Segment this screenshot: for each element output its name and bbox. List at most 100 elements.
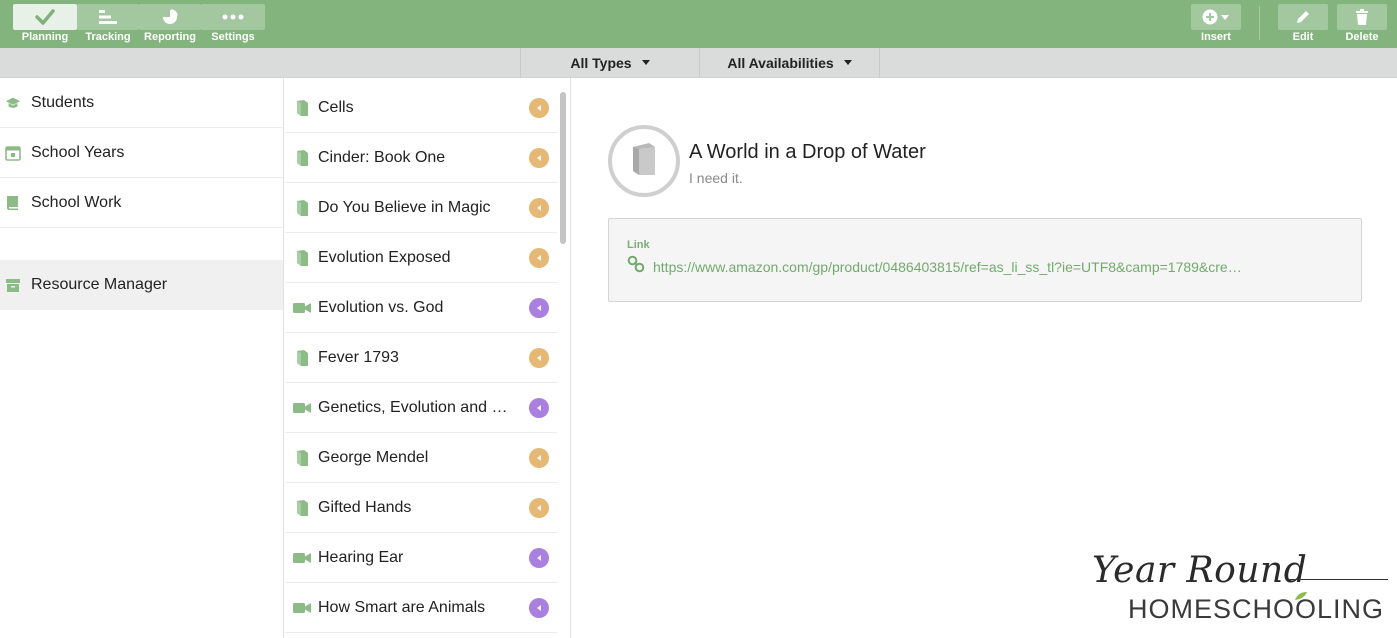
more-dots-icon [201,4,265,30]
insert-button[interactable]: Insert [1191,4,1241,46]
list-item-label: How Smart are Animals [318,598,486,616]
availability-badge[interactable] [529,148,549,168]
video-camera-icon [293,402,311,414]
list-item-label: Cinder: Book One [318,148,446,166]
insert-label: Insert [1201,31,1231,43]
toolbar-divider [1259,6,1260,40]
sidebar-item-school-work[interactable]: School Work [0,178,283,228]
list-item[interactable]: Genetics, Evolution and … [285,383,557,433]
reporting-button[interactable]: Reporting [139,4,201,46]
availability-badge[interactable] [529,498,549,518]
sidebar-item-label: School Work [31,193,122,211]
sidebar-item-school-years[interactable]: School Years [0,128,283,178]
list-item[interactable]: Evolution vs. God [285,283,557,333]
triangle-left-icon [537,305,541,311]
book-icon [293,149,311,166]
watermark-rule [1288,579,1388,580]
availabilities-filter-dropdown[interactable]: All Availabilities [699,48,880,77]
list-item-label: Do You Believe in Magic [318,198,491,216]
list-item[interactable]: Gifted Hands [285,483,557,533]
sidebar-item-resource-manager[interactable]: Resource Manager [0,260,283,310]
availability-badge[interactable] [529,598,549,618]
resource-title: A World in a Drop of Water [689,141,926,163]
check-icon [13,4,77,30]
tracking-label: Tracking [85,31,131,43]
sidebar-item-label: Students [31,93,95,111]
list-item[interactable]: George Mendel [285,433,557,483]
availability-badge[interactable] [529,348,549,368]
sidebar-item-label: School Years [31,143,125,161]
leaf-icon [1295,592,1307,600]
top-toolbar: Planning Tracking Reporting Settings Ins… [0,0,1397,48]
triangle-left-icon [537,255,541,261]
list-item-label: Gifted Hands [318,498,412,516]
filter-bar: All Types All Availabilities [0,48,1397,78]
video-camera-icon [293,552,311,564]
link-label: Link [627,239,650,251]
box-icon [5,277,21,293]
availability-badge[interactable] [529,198,549,218]
resource-list[interactable]: Cells Cinder: Book One Do You Believe in M… [285,78,571,638]
bars-icon [77,4,139,30]
video-camera-icon [293,302,311,314]
graduation-cap-icon [5,95,21,111]
types-filter-label: All Types [570,54,632,71]
scrollbar[interactable] [560,92,566,244]
caret-down-icon [843,60,852,65]
list-item-label: Fever 1793 [318,348,399,366]
book-icon [293,249,311,266]
book-icon [293,99,311,116]
edit-label: Edit [1292,31,1314,43]
triangle-left-icon [537,605,541,611]
caret-down-icon [641,60,650,65]
availability-badge[interactable] [529,448,549,468]
list-item[interactable]: Fever 1793 [285,333,557,383]
tracking-button[interactable]: Tracking [77,4,139,46]
link-chain-icon [627,255,645,278]
triangle-left-icon [537,155,541,161]
watermark-homeschooling: HOMESCHOOLING [1128,594,1385,624]
availability-badge[interactable] [529,298,549,318]
availability-badge[interactable] [529,98,549,118]
planning-label: Planning [21,31,69,43]
triangle-left-icon [537,405,541,411]
sidebar-nav: Students School Years School Work Resour… [0,78,284,638]
watermark-year-round: Year Round [1092,550,1308,591]
plus-circle-icon [1191,4,1241,30]
availability-badge[interactable] [529,248,549,268]
list-item[interactable]: Do You Believe in Magic [285,183,557,233]
book-icon [293,349,311,366]
list-item[interactable]: Cinder: Book One [285,133,557,183]
triangle-left-icon [537,455,541,461]
link-url[interactable]: https://www.amazon.com/gp/product/048640… [653,259,1343,275]
list-item[interactable]: Evolution Exposed [285,233,557,283]
list-item-label: Genetics, Evolution and … [318,398,508,416]
availabilities-filter-label: All Availabilities [727,54,834,71]
list-item-label: George Mendel [318,448,429,466]
planning-button[interactable]: Planning [13,4,77,46]
book-icon [293,499,311,516]
resource-avatar [608,125,680,197]
edit-button[interactable]: Edit [1278,4,1328,46]
calendar-icon [5,145,21,161]
list-item[interactable]: Hearing Ear [285,533,557,583]
availability-badge[interactable] [529,548,549,568]
video-camera-icon [293,602,311,614]
availability-badge[interactable] [529,398,549,418]
resource-subtitle: I need it. [689,170,743,186]
settings-label: Settings [211,31,255,43]
types-filter-dropdown[interactable]: All Types [520,48,700,77]
list-item-label: Evolution vs. God [318,298,444,316]
sidebar-item-label: Resource Manager [31,276,168,293]
triangle-left-icon [537,505,541,511]
reporting-label: Reporting [144,31,196,43]
settings-button[interactable]: Settings [201,4,265,46]
list-item[interactable]: How Smart are Animals [285,583,557,633]
triangle-left-icon [537,205,541,211]
delete-button[interactable]: Delete [1337,4,1387,46]
pie-chart-icon [139,4,201,30]
book-icon [293,449,311,466]
sidebar-item-students[interactable]: Students [0,78,283,128]
list-item[interactable]: Cells [285,83,557,133]
book-icon [5,195,21,211]
